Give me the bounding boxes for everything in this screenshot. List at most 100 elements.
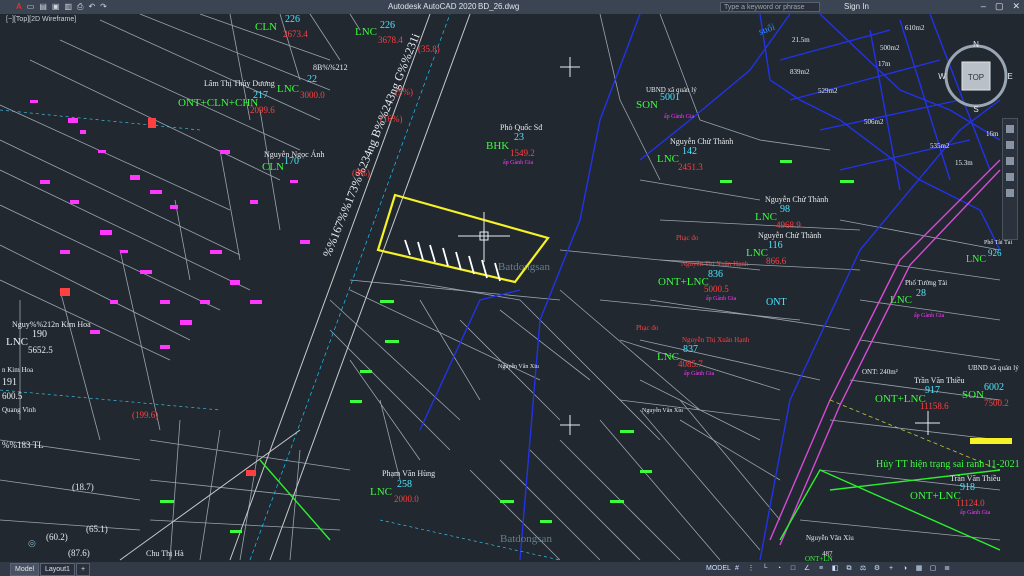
parcel-use-label: LNC: [277, 83, 299, 95]
parcel-use-label: CLN: [255, 21, 277, 33]
file-name: BD_26.dwg: [478, 2, 520, 11]
parcel-area: 2673.4: [283, 29, 308, 39]
owner-name: Nguy%%212n Kim Hoa: [12, 320, 91, 329]
owner-name: UBND xã quản lý: [968, 364, 1019, 372]
dimension-label: (8%): [352, 168, 370, 178]
lot-area: 506m2: [864, 118, 884, 126]
save-icon[interactable]: ▣: [52, 2, 60, 12]
parcel-use-label: LNC: [890, 294, 912, 306]
annotation-text: Hủy TT hiện trạng sai ranh 11-2021: [876, 459, 1020, 470]
print-icon[interactable]: ⎙: [77, 2, 83, 12]
parcel-area: 5652.5: [28, 345, 53, 355]
customization-icon[interactable]: ≣: [942, 563, 952, 574]
plus-icon[interactable]: +: [886, 563, 896, 574]
parcel-number: 23: [514, 132, 524, 143]
open-icon[interactable]: ▤: [39, 2, 47, 12]
sign-in-link[interactable]: Sign In: [844, 2, 869, 11]
location-label: ấp Gành Gia: [706, 295, 737, 302]
dimension-label: (16%): [380, 114, 403, 124]
hardware-accel-icon[interactable]: ▦: [914, 563, 924, 574]
quick-access-toolbar: A ▭ ▤ ▣ ▥ ⎙ ↶ ↷: [16, 2, 107, 12]
parcel-use-label: LNC: [6, 336, 28, 348]
viewcube-south[interactable]: S: [973, 105, 978, 114]
dimension-label: (65.1): [86, 524, 108, 534]
owner-name: Nguyễn Văn Xiu: [498, 363, 539, 370]
lot-area: 529m2: [818, 87, 838, 95]
owner-name: Chu Thị Hà: [146, 549, 184, 558]
parcel-use-label: CLN: [262, 161, 284, 173]
app-title: Autodesk AutoCAD 2020: [388, 2, 477, 11]
parcel-area: 11158.6: [920, 401, 949, 411]
zoom-icon[interactable]: [1006, 157, 1014, 165]
tab-model[interactable]: Model: [10, 563, 40, 576]
parcel-use-label: ONT: [766, 297, 787, 308]
annotation-scale-icon[interactable]: ⚖: [858, 563, 868, 574]
navigation-bar[interactable]: [1002, 118, 1018, 240]
close-icon[interactable]: ✕: [1012, 1, 1020, 12]
viewport-controls[interactable]: [−][Top][2D Wireframe]: [6, 16, 76, 23]
parcel-number: 142: [682, 146, 697, 157]
owner-name: Nguyễn Văn Xíu: [806, 534, 854, 542]
viewcube[interactable]: TOP N S E W: [938, 38, 1014, 114]
showmotion-icon[interactable]: [1006, 189, 1014, 197]
parcel-number: 22: [307, 74, 317, 85]
owner-name: Phố Tường Tài: [905, 279, 947, 287]
location-label: ấp Gành Gia: [914, 312, 945, 319]
parcel-area: 866.6: [766, 256, 787, 266]
undo-icon[interactable]: ↶: [88, 2, 95, 12]
status-toggles: MODEL # ⋮ └ ◔ □ ∠ ≡ ◧ ⧉ ⚖ ⚙ + ◑ ▦ ▢ ≣: [706, 563, 952, 574]
ortho-icon[interactable]: └: [760, 563, 770, 574]
stream-label: suối: [757, 22, 777, 38]
orbit-icon[interactable]: [1006, 173, 1014, 181]
grid-icon[interactable]: #: [732, 563, 742, 574]
dimension-label: (60.2): [46, 532, 68, 542]
parcel-number: 6002: [984, 382, 1004, 393]
gear-icon[interactable]: ⚙: [872, 563, 882, 574]
otrack-icon[interactable]: ∠: [802, 563, 812, 574]
maximize-icon[interactable]: ▢: [995, 1, 1004, 12]
parcel-number: 217: [253, 90, 268, 101]
selection-cycling-icon[interactable]: ⧉: [844, 563, 854, 574]
area-note: ONT: 240m²: [862, 368, 898, 376]
clean-screen-icon[interactable]: ▢: [928, 563, 938, 574]
viewcube-east[interactable]: E: [1007, 72, 1012, 81]
location-label: ấp Gành Gia: [503, 159, 534, 166]
search-input[interactable]: Type a keyword or phrase: [720, 2, 820, 12]
new-icon[interactable]: ▭: [27, 2, 35, 12]
polar-icon[interactable]: ◔: [774, 563, 784, 574]
watermark: Batdongsan: [500, 533, 552, 545]
transparency-icon[interactable]: ◧: [830, 563, 840, 574]
parcel-number: 190: [32, 329, 47, 340]
status-bar: Model Layout1 + MODEL # ⋮ └ ◔ □ ∠ ≡ ◧ ⧉ …: [0, 562, 1024, 576]
viewcube-north[interactable]: N: [973, 40, 979, 49]
minimize-icon[interactable]: –: [981, 1, 986, 12]
osnap-icon[interactable]: □: [788, 563, 798, 574]
lot-area: 839m2: [790, 68, 810, 76]
parcel-area: 2451.3: [678, 162, 703, 172]
parcel-number: 836: [708, 269, 723, 280]
window-controls: – ▢ ✕: [981, 1, 1020, 12]
tab-layout1[interactable]: Layout1: [40, 563, 75, 576]
pan-icon[interactable]: [1006, 141, 1014, 149]
parcel-use-label: LNC: [657, 351, 679, 363]
app-logo-icon[interactable]: A: [16, 2, 22, 12]
isolate-icon[interactable]: ◑: [900, 563, 910, 574]
tab-add[interactable]: +: [76, 563, 91, 576]
redo-icon[interactable]: ↷: [100, 2, 107, 12]
viewcube-west[interactable]: W: [938, 72, 946, 81]
parcel-use-label: ONT+CLN+CHN: [178, 97, 258, 109]
parcel-use-label: %%183 TL: [2, 440, 44, 450]
saveas-icon[interactable]: ▥: [64, 2, 72, 12]
parcel-area: 7500.2: [984, 398, 1009, 408]
parcel-area: 600.5: [2, 391, 23, 401]
viewcube-top[interactable]: TOP: [968, 73, 984, 82]
steering-wheel-icon[interactable]: [1006, 125, 1014, 133]
parcel-use-label: SON: [636, 99, 658, 111]
location-label: ấp Gành Gia: [684, 370, 715, 377]
parcel-use-label: LNC: [755, 211, 777, 223]
snap-icon[interactable]: ⋮: [746, 563, 756, 574]
owner-name: Nguyễn Thị Xuân Hạnh: [682, 336, 750, 344]
parcel-number: 116: [768, 240, 783, 251]
model-space-toggle[interactable]: MODEL: [706, 563, 731, 574]
lineweight-icon[interactable]: ≡: [816, 563, 826, 574]
